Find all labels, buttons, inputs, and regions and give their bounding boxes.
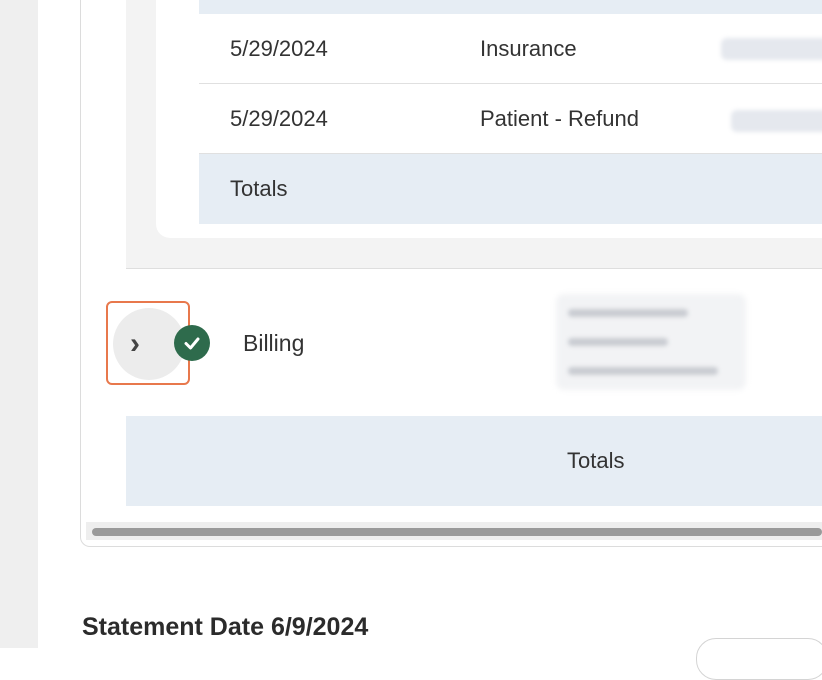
redacted-amount [731,110,822,132]
row-type: Insurance [480,36,577,61]
row-date: 5/29/2024 [230,36,328,61]
row-type: Patient - Refund [480,106,639,131]
check-circle-icon [174,325,210,361]
statement-heading: Statement Date 6/9/2024 [82,613,369,641]
scrollbar-thumb[interactable] [92,528,822,536]
history-totals-label: Totals [230,176,288,201]
table-row[interactable]: 5/29/2024 Insurance [199,14,822,84]
table-header-band [199,0,822,14]
billing-label: Billing [243,330,305,356]
left-rail [0,0,38,648]
redacted-line [568,367,718,375]
table-row[interactable]: 5/29/2024 Patient - Refund [199,84,822,154]
history-totals-row: Totals [199,154,822,224]
statement-action-button[interactable] [696,638,822,680]
redacted-amount [721,38,822,60]
billing-totals-label: Totals [567,448,625,473]
row-date: 5/29/2024 [230,106,328,131]
redacted-line [568,309,688,317]
redacted-line [568,338,668,346]
billing-totals-row: Totals [126,416,822,506]
